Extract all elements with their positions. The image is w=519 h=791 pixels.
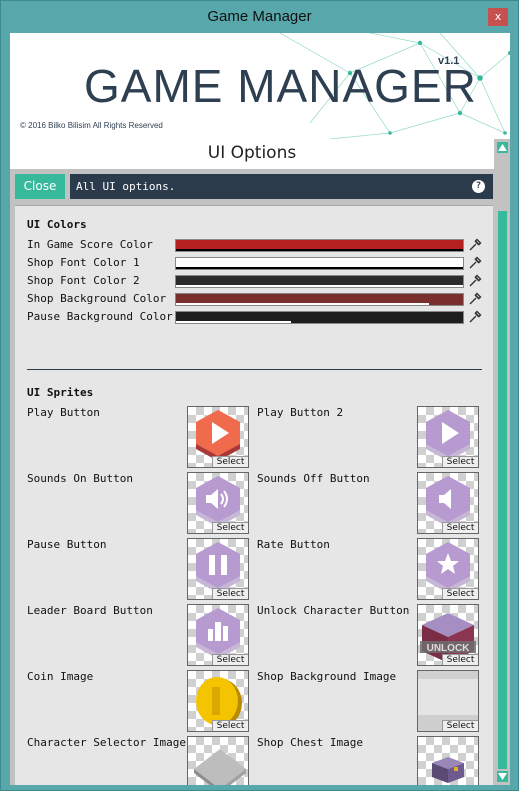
color-field-pause-background[interactable] bbox=[175, 311, 464, 324]
section-title: UI Options bbox=[10, 139, 494, 169]
color-field-shop-font-1[interactable] bbox=[175, 257, 464, 270]
help-icon[interactable]: ? bbox=[472, 180, 485, 193]
scrollbar-thumb[interactable] bbox=[498, 211, 507, 769]
select-button[interactable]: Select bbox=[442, 654, 478, 665]
sprite-label: Shop Chest Image bbox=[257, 736, 363, 749]
select-button[interactable]: Select bbox=[442, 522, 478, 533]
options-panel: UI Colors In Game Score Color Shop Font … bbox=[15, 205, 493, 785]
scroll-down-arrow-icon[interactable] bbox=[497, 771, 508, 782]
select-button[interactable]: Select bbox=[212, 522, 248, 533]
color-label: In Game Score Color bbox=[27, 238, 153, 251]
window-close-button[interactable]: x bbox=[488, 8, 508, 26]
window-title: Game Manager bbox=[207, 8, 312, 25]
sprite-label: Play Button 2 bbox=[257, 406, 344, 419]
copyright-text: © 2016 Bilko Bilisim All Rights Reserved bbox=[20, 121, 163, 130]
color-field-shop-font-2[interactable] bbox=[175, 275, 464, 288]
select-button[interactable]: Select bbox=[442, 588, 478, 599]
color-label: Shop Font Color 2 bbox=[27, 274, 140, 287]
sprite-label: Pause Button bbox=[27, 538, 107, 551]
color-label: Shop Font Color 1 bbox=[27, 256, 140, 269]
select-button[interactable]: Select bbox=[212, 720, 248, 731]
eyedropper-icon[interactable] bbox=[468, 274, 482, 288]
sprite-label: Leader Board Button bbox=[27, 604, 153, 617]
sprite-slot-sounds-on[interactable]: Select bbox=[187, 472, 249, 534]
game-manager-window: Game Manager x GAME MANAGER v1.1 © 2016 … bbox=[0, 0, 519, 791]
color-label: Pause Background Color bbox=[27, 310, 173, 323]
description-bar: All UI options. ? bbox=[70, 174, 493, 199]
sprite-slot-shop-chest[interactable]: Select bbox=[417, 736, 479, 785]
eyedropper-icon[interactable] bbox=[468, 256, 482, 270]
title-bar[interactable]: Game Manager x bbox=[1, 1, 518, 33]
sprite-slot-coin[interactable]: Select bbox=[187, 670, 249, 732]
divider bbox=[27, 369, 482, 370]
sprite-label: Sounds On Button bbox=[27, 472, 133, 485]
eyedropper-icon[interactable] bbox=[468, 238, 482, 252]
select-button[interactable]: Select bbox=[212, 588, 248, 599]
color-field-shop-background[interactable] bbox=[175, 293, 464, 306]
sprite-label: Unlock Character Button bbox=[257, 604, 410, 617]
ui-colors-heading: UI Colors bbox=[27, 218, 87, 231]
select-button[interactable]: Select bbox=[212, 456, 248, 467]
select-button[interactable]: Select bbox=[442, 456, 478, 467]
svg-text:UNLOCK: UNLOCK bbox=[427, 643, 471, 654]
close-button[interactable]: Close bbox=[15, 174, 65, 199]
sprite-slot-unlock-character[interactable]: UNLOCK Select bbox=[417, 604, 479, 666]
window-client-area: GAME MANAGER v1.1 © 2016 Bilko Bilisim A… bbox=[10, 33, 510, 785]
sprite-slot-leader-board[interactable]: Select bbox=[187, 604, 249, 666]
sprite-slot-play[interactable]: Select bbox=[187, 406, 249, 468]
sprite-label: Character Selector Image bbox=[27, 736, 186, 749]
options-toolbar: Close All UI options. ? bbox=[15, 174, 493, 199]
chest-icon bbox=[432, 757, 464, 783]
scroll-up-arrow-icon[interactable] bbox=[497, 142, 508, 153]
banner: GAME MANAGER v1.1 © 2016 Bilko Bilisim A… bbox=[10, 33, 510, 139]
sprite-slot-play-2[interactable]: Select bbox=[417, 406, 479, 468]
color-field-score[interactable] bbox=[175, 239, 464, 252]
game-manager-logo: GAME MANAGER bbox=[84, 60, 477, 112]
select-button[interactable]: Select bbox=[442, 720, 478, 731]
sprite-slot-shop-background[interactable]: Select bbox=[417, 670, 479, 732]
eyedropper-icon[interactable] bbox=[468, 292, 482, 306]
sprite-label: Sounds Off Button bbox=[257, 472, 370, 485]
sprite-slot-rate[interactable]: Select bbox=[417, 538, 479, 600]
sprite-label: Shop Background Image bbox=[257, 670, 397, 683]
vertical-scrollbar[interactable] bbox=[495, 139, 510, 785]
version-label: v1.1 bbox=[438, 55, 460, 67]
sprite-slot-character-selector[interactable]: Select bbox=[187, 736, 249, 785]
description-text: All UI options. bbox=[76, 180, 176, 193]
sprite-label: Coin Image bbox=[27, 670, 94, 683]
eyedropper-icon[interactable] bbox=[468, 310, 482, 324]
sprite-slot-pause[interactable]: Select bbox=[187, 538, 249, 600]
selector-platform-icon bbox=[194, 749, 246, 785]
ui-sprites-heading: UI Sprites bbox=[27, 386, 94, 399]
sprite-label: Rate Button bbox=[257, 538, 330, 551]
sprite-slot-sounds-off[interactable]: Select bbox=[417, 472, 479, 534]
select-button[interactable]: Select bbox=[212, 654, 248, 665]
color-label: Shop Background Color bbox=[27, 292, 167, 305]
sprite-label: Play Button bbox=[27, 406, 100, 419]
